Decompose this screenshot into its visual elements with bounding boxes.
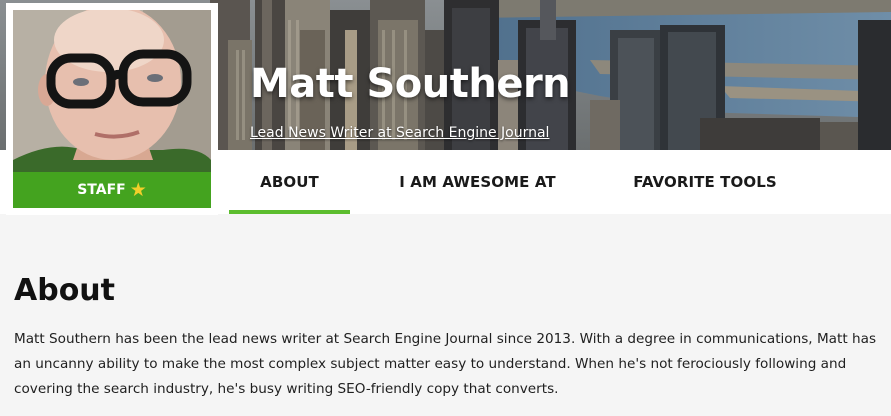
tab-i-am-awesome-at[interactable]: I AM AWESOME AT [380, 150, 575, 214]
star-icon: ★ [129, 178, 147, 201]
avatar: STAFF ★ [13, 10, 211, 208]
staff-badge-label: STAFF [77, 182, 126, 198]
tab-favorite-tools[interactable]: FAVORITE TOOLS [610, 150, 800, 214]
author-name: Matt Southern [250, 61, 571, 107]
about-body-text: Matt Southern has been the lead news wri… [14, 331, 877, 397]
author-subtitle[interactable]: Lead News Writer at Search Engine Journa… [250, 125, 549, 142]
active-tab-indicator [229, 210, 350, 214]
staff-badge: STAFF ★ [13, 172, 211, 208]
about-heading: About [14, 273, 116, 308]
tab-about[interactable]: ABOUT [229, 150, 350, 214]
avatar-card: STAFF ★ [6, 3, 218, 215]
